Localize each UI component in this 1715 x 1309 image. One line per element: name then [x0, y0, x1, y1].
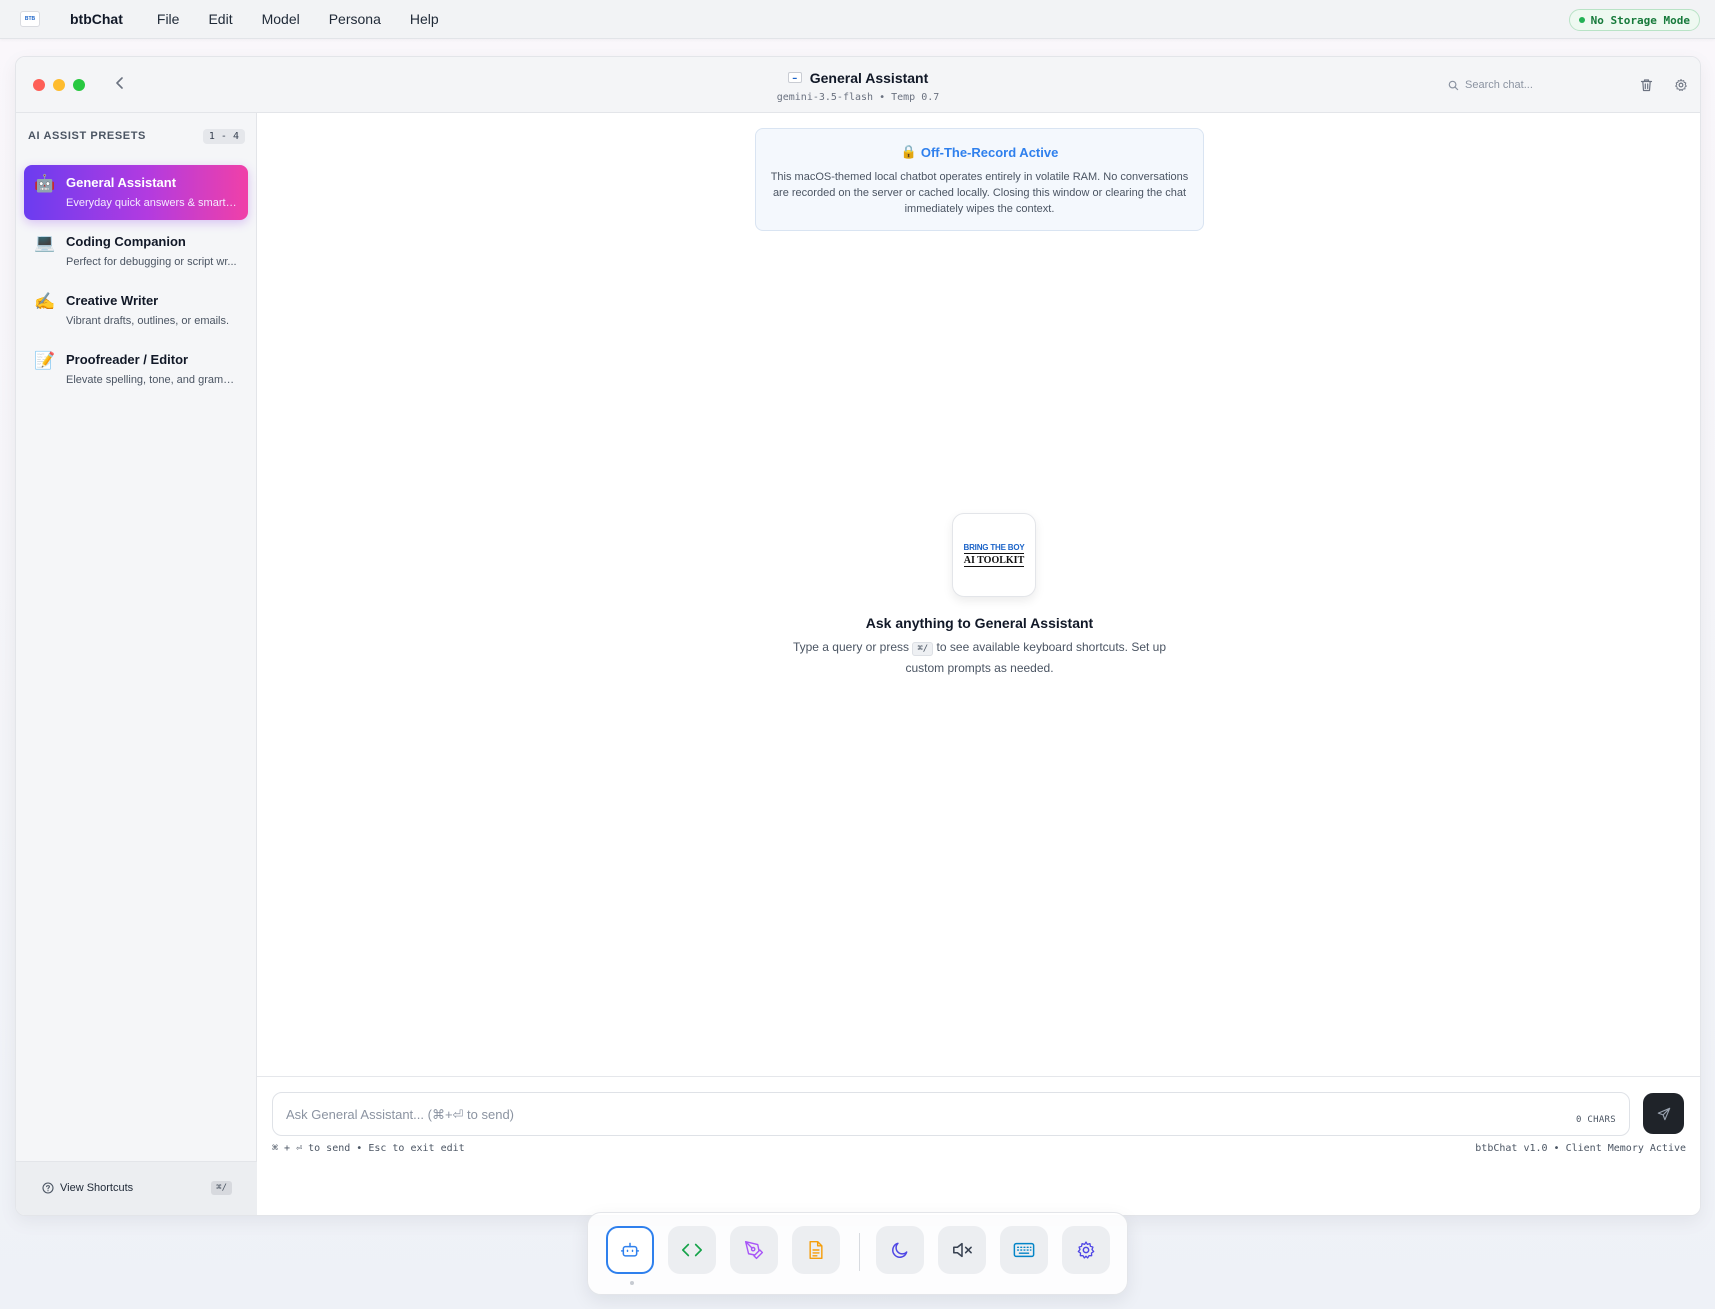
code-icon: [682, 1243, 702, 1257]
composer-divider: [257, 1076, 1700, 1077]
preset-range-badge: 1 - 4: [202, 128, 245, 144]
preset-title: Creative Writer: [66, 293, 159, 308]
sidebar-footer: View Shortcuts ⌘/: [16, 1161, 257, 1215]
preset-creative-writer[interactable]: ✍️ Creative Writer Vibrant drafts, outli…: [24, 283, 248, 338]
preset-general-assistant[interactable]: 🤖 General Assistant Everyday quick answe…: [24, 165, 248, 220]
dock-document-button[interactable]: [792, 1226, 840, 1274]
dock-code-button[interactable]: [668, 1226, 716, 1274]
lock-icon: 🔒: [900, 144, 917, 159]
memo-icon: 📝: [34, 351, 56, 371]
shortcut-kbd-badge: ⌘/: [211, 1181, 232, 1195]
dock-separator: [859, 1233, 860, 1271]
empty-state-title: Ask anything to General Assistant: [865, 615, 1094, 631]
chevron-left-icon[interactable]: [110, 73, 130, 93]
preset-description: Everyday quick answers & smart r...: [66, 197, 238, 209]
sidebar-header: AI ASSIST PRESETS 1 - 4: [28, 127, 245, 145]
menu-persona[interactable]: Persona: [329, 11, 381, 27]
off-the-record-notice: 🔒 Off-The-Record Active This macOS-theme…: [755, 128, 1204, 231]
window-titlebar: ▬ General Assistant gemini-3.5-flash • T…: [16, 57, 1700, 113]
preset-coding-companion[interactable]: 💻 Coding Companion Perfect for debugging…: [24, 224, 248, 279]
version-status: btbChat v1.0 • Client Memory Active: [1475, 1143, 1686, 1154]
status-dot-icon: [1578, 17, 1585, 23]
notice-title: 🔒 Off-The-Record Active: [901, 144, 1059, 160]
preset-sidebar: AI ASSIST PRESETS 1 - 4 🤖 General Assist…: [16, 113, 257, 1215]
writing-hand-icon: ✍️: [34, 292, 56, 312]
pen-tool-icon: [744, 1240, 764, 1260]
robot-icon: [620, 1242, 640, 1257]
preset-description: Vibrant drafts, outlines, or emails.: [66, 315, 230, 327]
chat-window: ▬ General Assistant gemini-3.5-flash • T…: [15, 56, 1701, 1216]
settings-icon: [1077, 1241, 1095, 1259]
moon-icon: [892, 1242, 908, 1258]
app-logo-icon: ▬: [787, 72, 802, 83]
mute-icon: [953, 1242, 972, 1258]
message-input[interactable]: [286, 1093, 1436, 1135]
char-counter: 0 CHARS: [1575, 1115, 1616, 1125]
toolkit-logo: BRING THE BOY AI TOOLKIT: [952, 513, 1036, 597]
preset-proofreader-editor[interactable]: 📝 Proofreader / Editor Elevate spelling,…: [24, 342, 248, 397]
search-input[interactable]: [1465, 79, 1595, 91]
preset-title: Proofreader / Editor: [66, 352, 189, 367]
empty-state-description: Type a query or press ⌘/ to see availabl…: [777, 638, 1182, 678]
view-shortcuts-button[interactable]: View Shortcuts: [42, 1182, 133, 1194]
sidebar-title: AI ASSIST PRESETS: [28, 130, 146, 142]
help-circle-icon: [42, 1182, 54, 1194]
app-logo-icon: BTB: [20, 11, 40, 27]
preset-description: Elevate spelling, tone, and gramm...: [66, 374, 238, 386]
document-icon: [809, 1240, 823, 1260]
active-indicator-dot: [630, 1281, 634, 1285]
menu-file[interactable]: File: [157, 11, 180, 27]
trash-icon[interactable]: [1636, 75, 1656, 95]
traffic-lights: [33, 79, 85, 91]
menu-model[interactable]: Model: [262, 11, 300, 27]
empty-desc-after: to see available keyboard shortcuts. Set…: [905, 640, 1167, 675]
notice-title-text: Off-The-Record Active: [920, 144, 1059, 160]
gear-icon[interactable]: [1671, 75, 1691, 95]
dock-robot-button[interactable]: [606, 1226, 654, 1274]
message-composer[interactable]: 0 CHARS: [272, 1092, 1630, 1136]
window-title: ▬ General Assistant: [787, 69, 929, 86]
send-hint: ⌘ + ⏎ to send • Esc to exit edit: [272, 1143, 465, 1154]
chat-search[interactable]: [1448, 74, 1608, 96]
dock-pen-button[interactable]: [730, 1226, 778, 1274]
menu-bar: BTB btbChat File Edit Model Persona Help…: [0, 0, 1715, 39]
bottom-dock: [587, 1212, 1128, 1295]
dock-dark-mode-button[interactable]: [876, 1226, 924, 1274]
zoom-window-button[interactable]: [73, 79, 85, 91]
shortcut-kbd-inline: ⌘/: [912, 642, 934, 656]
send-button[interactable]: [1643, 1093, 1684, 1134]
dock-settings-button[interactable]: [1062, 1226, 1110, 1274]
storage-mode-badge: No Storage Mode: [1568, 9, 1700, 31]
window-title-text: General Assistant: [809, 69, 929, 86]
send-icon: [1657, 1107, 1670, 1120]
menu-edit[interactable]: Edit: [208, 11, 232, 27]
storage-mode-label: No Storage Mode: [1590, 13, 1690, 27]
logo-text-line1: BRING THE BOY: [963, 543, 1025, 554]
chat-main-area: 🔒 Off-The-Record Active This macOS-theme…: [257, 113, 1700, 1215]
menu-help[interactable]: Help: [410, 11, 439, 27]
app-name[interactable]: btbChat: [70, 11, 123, 27]
minimize-window-button[interactable]: [53, 79, 65, 91]
laptop-icon: 💻: [34, 233, 56, 253]
logo-text-line2: AI TOOLKIT: [963, 555, 1025, 567]
empty-desc-before: Type a query or press: [792, 640, 910, 654]
preset-title: General Assistant: [66, 175, 177, 190]
search-icon: [1448, 80, 1459, 90]
preset-description: Perfect for debugging or script wr...: [66, 256, 237, 268]
view-shortcuts-label: View Shortcuts: [60, 1182, 134, 1194]
dock-keyboard-button[interactable]: [1000, 1226, 1048, 1274]
preset-title: Coding Companion: [66, 234, 186, 249]
dock-mute-button[interactable]: [938, 1226, 986, 1274]
robot-icon: 🤖: [34, 174, 56, 194]
close-window-button[interactable]: [33, 79, 45, 91]
keyboard-icon: [1013, 1242, 1035, 1258]
notice-body: This macOS-themed local chatbot operates…: [770, 171, 1189, 215]
